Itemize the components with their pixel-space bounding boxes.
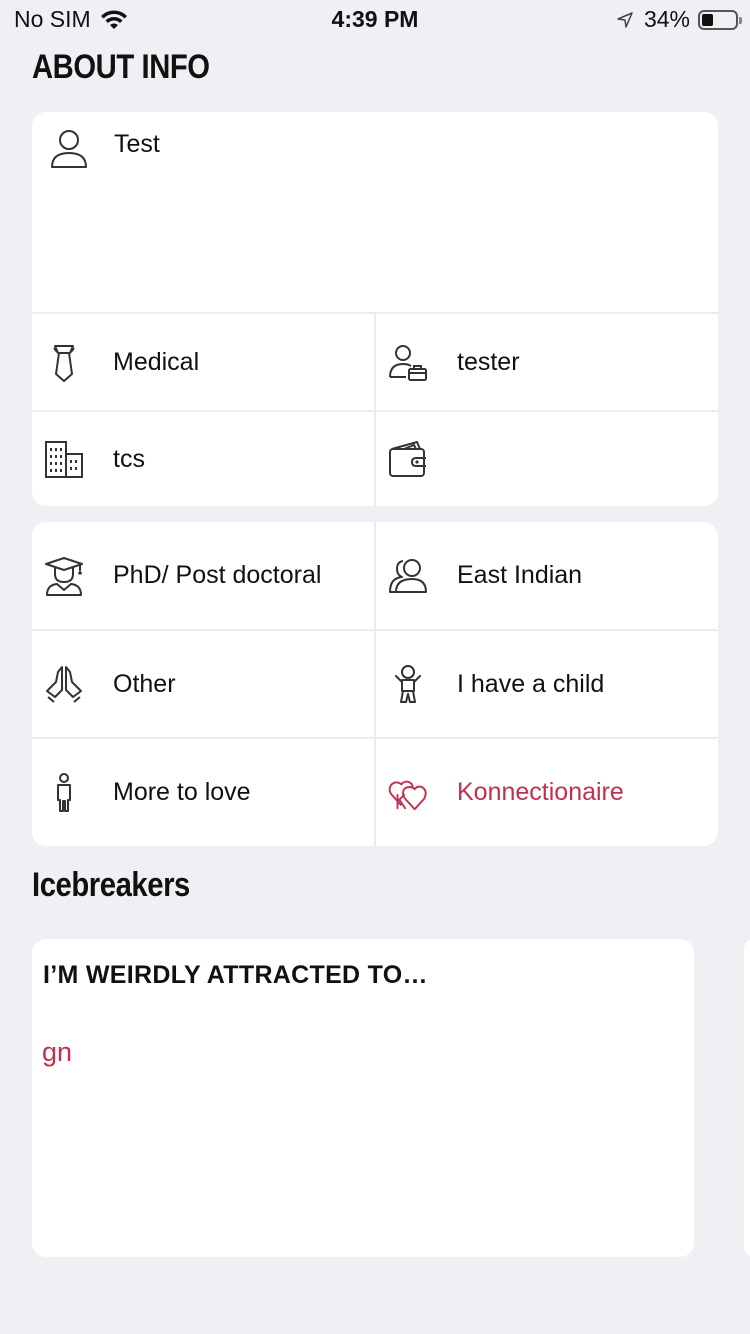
status-bar: No SIM 4:39 PM 34% bbox=[0, 0, 750, 40]
company-row[interactable]: tcs bbox=[32, 412, 374, 506]
education-label: PhD/ Post doctoral bbox=[113, 561, 322, 589]
body-type-label: More to love bbox=[113, 778, 251, 806]
person-icon bbox=[49, 128, 89, 170]
children-row[interactable]: I have a child bbox=[376, 631, 718, 737]
icebreaker-card[interactable]: I’M WEIRDLY ATTRACTED TO… gn bbox=[32, 939, 694, 1257]
about-card-details: PhD/ Post doctoral East Indian Other I h… bbox=[32, 522, 718, 846]
icebreaker-question: I’M WEIRDLY ATTRACTED TO… bbox=[43, 961, 428, 989]
religion-row[interactable]: Other bbox=[32, 631, 374, 737]
membership-row[interactable]: Konnectionaire bbox=[376, 739, 718, 846]
education-row[interactable]: PhD/ Post doctoral bbox=[32, 522, 374, 629]
ethnicity-label: East Indian bbox=[457, 561, 583, 589]
bio-text: Test bbox=[114, 130, 160, 158]
icebreaker-answer: gn bbox=[42, 1037, 73, 1067]
income-row[interactable] bbox=[376, 412, 718, 506]
bio-row[interactable]: Test bbox=[32, 112, 718, 314]
company-label: tcs bbox=[113, 444, 145, 473]
icebreaker-card-next-peek[interactable] bbox=[744, 939, 750, 1257]
battery-percent: 34% bbox=[643, 6, 690, 32]
location-arrow-icon bbox=[616, 11, 634, 29]
battery-icon bbox=[698, 9, 742, 30]
body-icon bbox=[44, 772, 84, 813]
building-icon bbox=[44, 439, 84, 479]
job-title-label: tester bbox=[457, 348, 520, 376]
about-card-basic: Test Medical tester tcs bbox=[32, 112, 718, 506]
baby-icon bbox=[388, 664, 428, 704]
body-type-row[interactable]: More to love bbox=[32, 739, 374, 846]
ethnicity-row[interactable]: East Indian bbox=[376, 522, 718, 629]
job-title-row[interactable]: tester bbox=[376, 315, 718, 410]
profession-row[interactable]: Medical bbox=[32, 315, 374, 410]
people-icon bbox=[388, 556, 428, 596]
wallet-icon bbox=[388, 439, 428, 479]
profession-label: Medical bbox=[113, 348, 200, 376]
tie-icon bbox=[44, 343, 84, 383]
religion-label: Other bbox=[113, 669, 176, 698]
graduate-icon bbox=[44, 556, 84, 596]
person-briefcase-icon bbox=[388, 343, 428, 383]
hearts-k-icon bbox=[388, 773, 428, 813]
about-info-title: ABOUT INFO bbox=[32, 48, 210, 86]
praying-hands-icon bbox=[44, 664, 84, 704]
children-label: I have a child bbox=[457, 669, 605, 698]
membership-label: Konnectionaire bbox=[457, 778, 624, 806]
status-right: 34% bbox=[616, 6, 742, 33]
battery-fill bbox=[702, 13, 713, 26]
icebreakers-title: Icebreakers bbox=[32, 866, 190, 904]
